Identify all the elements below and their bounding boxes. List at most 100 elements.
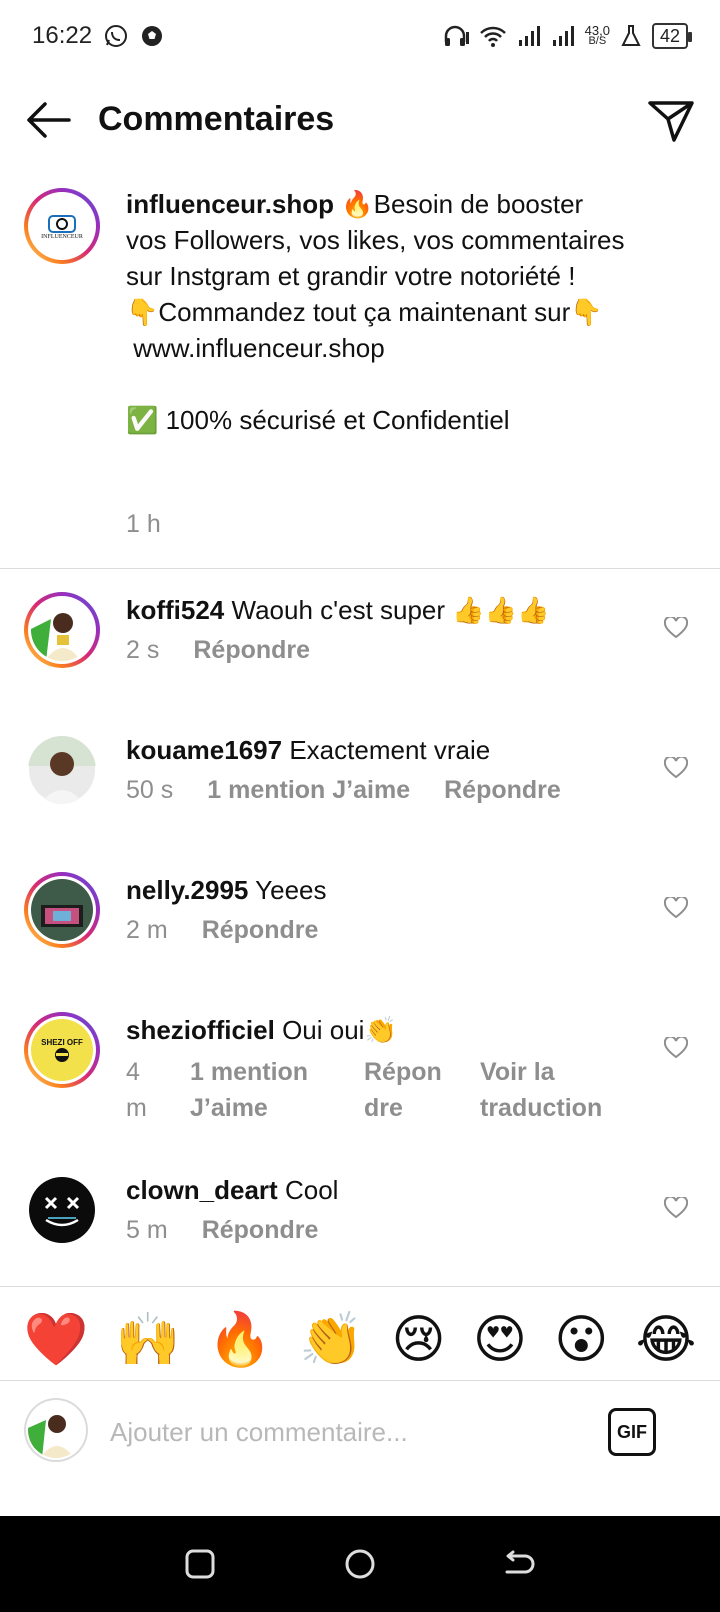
comment-content: Yeees — [255, 875, 327, 905]
circle-icon — [345, 1549, 375, 1579]
reply-button[interactable]: Répondre — [444, 776, 561, 805]
reply-button[interactable]: Répondre — [193, 636, 310, 665]
likes-count-line: J’aime — [190, 1094, 268, 1122]
recents-button[interactable] — [176, 1540, 224, 1588]
comment-item: koffi524 Waouh c'est super 👍👍👍 2 s Répon… — [0, 592, 720, 722]
comment-text: kouame1697 Exactement vraie — [126, 732, 626, 768]
comment-item: SHEZI OFF sheziofficiel Oui oui👏 4 m 1 m… — [0, 1012, 720, 1142]
app-header: Commentaires — [0, 82, 720, 158]
comment-item: nelly.2995 Yeees 2 m Répondre — [0, 872, 720, 1002]
emoji-clap-button[interactable]: 👏 — [299, 1314, 364, 1366]
comment-username[interactable]: sheziofficiel — [126, 1015, 275, 1045]
reply-button[interactable]: Répondre — [202, 916, 319, 945]
headphones-icon — [443, 24, 469, 48]
reply-button[interactable]: Répon dre — [364, 1054, 480, 1126]
back-nav-icon — [505, 1550, 535, 1574]
comment-meta: 50 s 1 mention J’aime Répondre — [126, 776, 561, 805]
page-title: Commentaires — [98, 100, 335, 138]
reply-line: Répon — [364, 1058, 442, 1086]
avatar-photo — [28, 736, 96, 804]
comment-username[interactable]: koffi524 — [126, 595, 224, 625]
avatar-photo — [31, 879, 93, 941]
reply-button[interactable]: Répondre — [202, 1216, 319, 1245]
comment-content: Waouh c'est super 👍👍👍 — [231, 595, 550, 625]
emoji-raised-hands-button[interactable]: 🙌 — [116, 1314, 181, 1366]
comment-input-bar: GIF — [0, 1384, 720, 1480]
comment-time: 5 m — [126, 1216, 168, 1244]
translation-line: Voir la — [480, 1058, 555, 1086]
heart-icon — [664, 617, 688, 639]
signal-icon — [517, 25, 541, 47]
back-button[interactable] — [24, 96, 72, 144]
likes-count[interactable]: 1 mention J’aime — [207, 776, 410, 805]
emoji-heart-eyes-button[interactable]: 😍 — [473, 1314, 527, 1366]
avatar-photo — [29, 1177, 95, 1243]
divider — [0, 1380, 720, 1381]
signal-icon — [551, 25, 575, 47]
heart-icon — [664, 1037, 688, 1059]
status-bar: 16:22 43,0 B/S 42 — [0, 0, 720, 72]
divider — [0, 1286, 720, 1287]
back-nav-button[interactable] — [496, 1540, 544, 1588]
comment-content: Cool — [284, 1175, 339, 1205]
emoji-crying-button[interactable]: 😢 — [391, 1314, 445, 1366]
comment-meta: 2 m Répondre — [126, 916, 318, 945]
ninja-logo-icon — [55, 1047, 69, 1062]
home-button[interactable] — [336, 1540, 384, 1588]
caption-time: 1 h — [126, 510, 161, 538]
like-button[interactable] — [662, 614, 690, 642]
avatar[interactable] — [28, 736, 96, 804]
comment-time: 2 m — [126, 916, 168, 944]
emoji-surprised-button[interactable]: 😮 — [554, 1314, 608, 1366]
comment-time-line: 4 — [126, 1058, 140, 1086]
caption-avatar[interactable]: INFLUENCEUR — [24, 188, 100, 264]
status-left: 16:22 — [32, 22, 164, 50]
status-right: 43,0 B/S 42 — [443, 23, 693, 49]
translation-line: traduction — [480, 1094, 603, 1122]
emoji-heart-button[interactable]: ❤️ — [24, 1314, 89, 1366]
comment-text: nelly.2995 Yeees — [126, 872, 626, 908]
lab-icon — [620, 24, 642, 48]
emoji-quick-bar: ❤️ 🙌 🔥 👏 😢 😍 😮 😂 — [0, 1292, 720, 1388]
share-button[interactable] — [646, 96, 696, 146]
divider — [0, 568, 720, 569]
comment-text: koffi524 Waouh c'est super 👍👍👍 — [126, 592, 626, 628]
emoji-laughing-button[interactable]: 😂 — [636, 1314, 697, 1366]
avatar[interactable] — [24, 872, 100, 948]
like-button[interactable] — [662, 894, 690, 922]
comment-meta: 4 m 1 mention J’aime Répon dre Voir la t… — [126, 1054, 620, 1126]
whatsapp-icon — [104, 24, 128, 48]
square-icon — [185, 1549, 215, 1579]
comment-username[interactable]: nelly.2995 — [126, 875, 248, 905]
comment-time: 2 s — [126, 636, 160, 664]
avatar[interactable]: SHEZI OFF — [24, 1012, 100, 1088]
comment-text: clown_deart Cool — [126, 1172, 626, 1208]
avatar[interactable] — [24, 592, 100, 668]
comment-time-line: m — [126, 1094, 147, 1122]
see-translation-button[interactable]: Voir la traduction — [480, 1054, 620, 1126]
heart-icon — [664, 897, 688, 919]
like-button[interactable] — [662, 1194, 690, 1222]
net-speed-unit: B/S — [588, 35, 607, 47]
heart-icon — [664, 757, 688, 779]
camera-logo-icon — [48, 215, 76, 233]
comment-username[interactable]: kouame1697 — [126, 735, 282, 765]
caption-username[interactable]: influenceur.shop — [126, 189, 334, 219]
avatar-logo-text: SHEZI OFF — [41, 1037, 83, 1047]
likes-count[interactable]: 1 mention J’aime — [190, 1054, 364, 1126]
avatar[interactable] — [28, 1176, 96, 1244]
soccer-ball-icon — [140, 24, 164, 48]
comment-meta: 2 s Répondre — [126, 636, 310, 665]
comment-username[interactable]: clown_deart — [126, 1175, 278, 1205]
gif-button[interactable]: GIF — [608, 1408, 656, 1456]
like-button[interactable] — [662, 1034, 690, 1062]
net-speed: 43,0 B/S — [585, 24, 610, 47]
comment-input[interactable] — [110, 1410, 580, 1454]
emoji-fire-button[interactable]: 🔥 — [207, 1314, 272, 1366]
like-button[interactable] — [662, 754, 690, 782]
wifi-icon — [479, 24, 507, 48]
caption-body: 🔥Besoin de booster vos Followers, vos li… — [126, 189, 625, 435]
reply-line: dre — [364, 1094, 403, 1122]
comment-meta: 5 m Répondre — [126, 1216, 318, 1245]
back-arrow-icon — [27, 102, 71, 138]
